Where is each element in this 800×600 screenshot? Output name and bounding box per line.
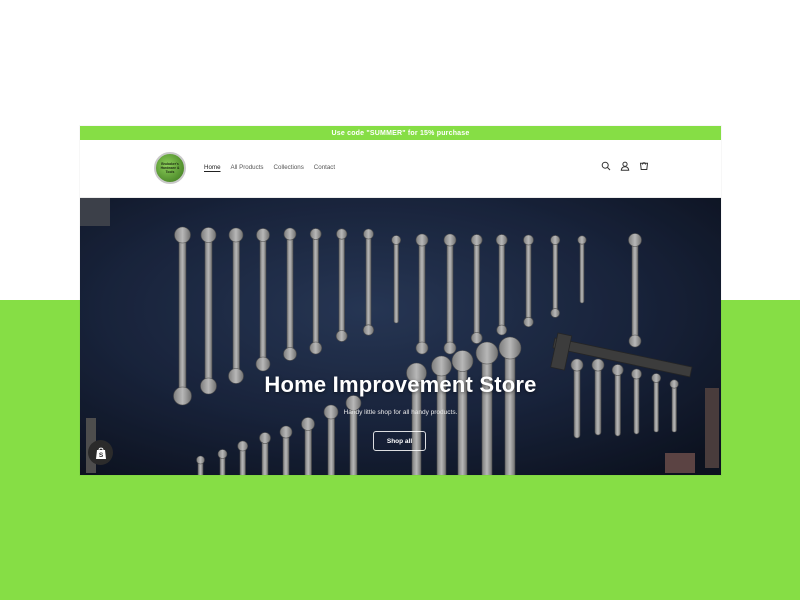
search-icon[interactable] bbox=[601, 161, 611, 171]
shop-all-button[interactable]: Shop all bbox=[373, 431, 426, 451]
main-nav: Home All Products Collections Contact bbox=[204, 164, 335, 171]
hero-title: Home Improvement Store bbox=[264, 372, 537, 397]
nav-item-all-products[interactable]: All Products bbox=[231, 164, 264, 171]
nav-item-contact[interactable]: Contact bbox=[314, 164, 335, 171]
site-header: Brubaker's Hardware & Tools Home All Pro… bbox=[80, 140, 721, 198]
cart-icon[interactable] bbox=[639, 161, 649, 171]
nav-item-collections[interactable]: Collections bbox=[274, 164, 304, 171]
announcement-text: Use code "SUMMER" for 15% purchase bbox=[331, 129, 470, 137]
shopify-bag-icon[interactable]: S bbox=[88, 440, 113, 465]
hero-banner: Home Improvement Store Handy little shop… bbox=[80, 198, 721, 475]
header-icons bbox=[601, 161, 649, 171]
shopify-badge-letter: S bbox=[98, 452, 103, 459]
logo-text: Brubaker's Hardware & Tools bbox=[160, 161, 180, 175]
announcement-bar: Use code "SUMMER" for 15% purchase bbox=[80, 126, 721, 140]
store-preview: Use code "SUMMER" for 15% purchase Bruba… bbox=[80, 126, 721, 475]
account-icon[interactable] bbox=[620, 161, 630, 171]
nav-item-home[interactable]: Home bbox=[204, 164, 221, 171]
page-canvas: Use code "SUMMER" for 15% purchase Bruba… bbox=[0, 0, 800, 600]
store-logo[interactable]: Brubaker's Hardware & Tools bbox=[154, 152, 186, 184]
hero-subtitle: Handy little shop for all handy products… bbox=[343, 409, 458, 416]
